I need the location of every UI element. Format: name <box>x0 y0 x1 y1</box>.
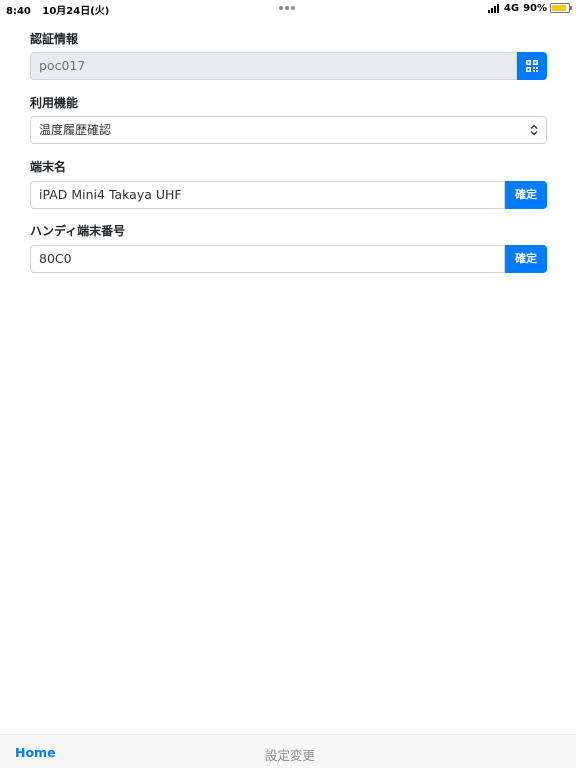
qr-code-icon <box>526 60 538 72</box>
network-type: 4G <box>503 2 520 14</box>
status-date: 10月24日(火) <box>42 6 110 17</box>
terminal-name-confirm-button[interactable]: 確定 <box>505 181 547 209</box>
handy-number-label: ハンディ端末番号 <box>30 224 126 238</box>
terminal-name-label: 端末名 <box>30 160 67 174</box>
battery-percent: 90% <box>523 2 547 14</box>
tab-home[interactable]: Home <box>15 745 56 760</box>
status-right: 4G 90% <box>483 2 572 14</box>
function-label: 利用機能 <box>30 96 79 110</box>
terminal-name-input[interactable]: iPAD Mini4 Takaya UHF <box>30 181 505 209</box>
multitasking-dots-icon[interactable] <box>279 6 297 10</box>
auth-label: 認証情報 <box>30 32 79 46</box>
auth-input: poc017 <box>30 52 517 80</box>
bottom-tab-bar: Home 設定変更 <box>0 734 576 768</box>
chevron-up-down-icon <box>530 124 538 136</box>
handy-number-input[interactable]: 80C0 <box>30 245 505 273</box>
signal-bars-icon <box>487 3 500 13</box>
battery-icon <box>550 3 572 13</box>
qr-scan-button[interactable] <box>517 52 547 80</box>
function-select[interactable]: 温度履歴確認 <box>30 116 547 144</box>
handy-number-confirm-button[interactable]: 確定 <box>505 245 547 273</box>
tab-settings[interactable]: 設定変更 <box>265 745 315 764</box>
battery-fill <box>552 5 567 11</box>
status-bar: 8:40 10月24日(火) 4G 90% <box>0 0 576 17</box>
status-time: 8:40 <box>6 6 31 17</box>
function-select-value: 温度履歴確認 <box>39 123 112 137</box>
status-left: 8:40 10月24日(火) <box>6 2 109 17</box>
